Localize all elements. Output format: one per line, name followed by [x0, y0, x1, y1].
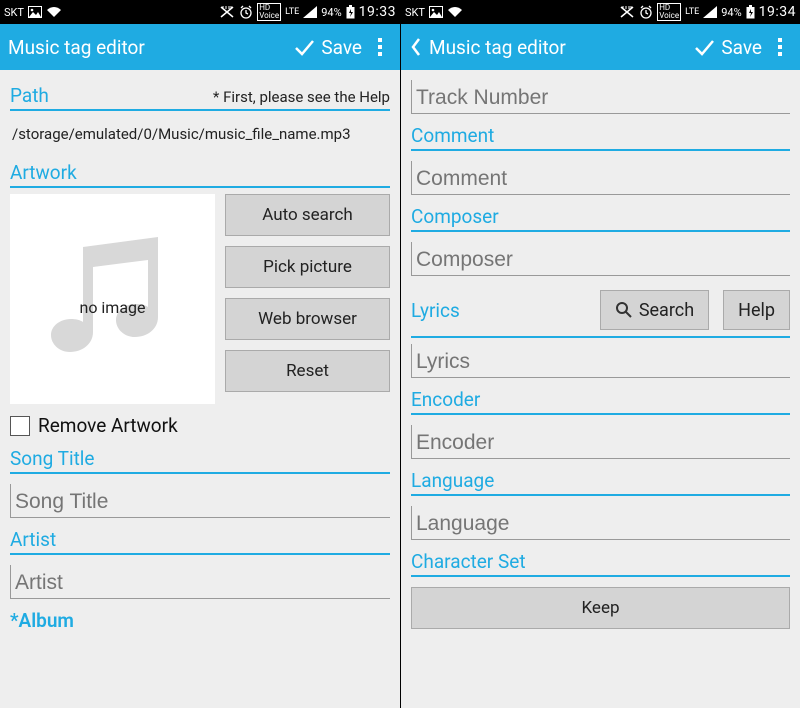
wifi-icon — [46, 6, 62, 18]
app-title: Music tag editor — [429, 36, 687, 59]
comment-input[interactable] — [411, 161, 790, 195]
alarm-icon — [239, 5, 253, 19]
artwork-preview[interactable]: no image — [10, 194, 215, 404]
comment-label: Comment — [411, 124, 494, 147]
album-label: *Album — [10, 609, 74, 632]
pick-picture-button[interactable]: Pick picture — [225, 246, 390, 288]
language-input[interactable] — [411, 506, 790, 540]
encoder-label: Encoder — [411, 388, 480, 411]
song-title-input[interactable] — [10, 484, 390, 518]
image-icon — [28, 6, 42, 18]
charset-label: Character Set — [411, 550, 526, 573]
save-button[interactable]: Save — [693, 36, 762, 59]
save-label: Save — [321, 36, 362, 59]
track-number-input[interactable] — [411, 80, 790, 114]
battery-pct: 94% — [721, 6, 741, 19]
lte-label: LTE — [285, 7, 299, 17]
path-header: Path * First, please see the Help — [10, 84, 390, 111]
remove-artwork-label: Remove Artwork — [38, 414, 178, 437]
back-button[interactable] — [409, 37, 423, 57]
composer-label: Composer — [411, 205, 499, 228]
status-bar: SKT HDVoice LTE 94% 19:34 — [401, 0, 800, 24]
artist-input[interactable] — [10, 565, 390, 599]
no-image-text: no image — [79, 298, 145, 317]
screen-right: SKT HDVoice LTE 94% 19:34 Music tag edit… — [400, 0, 800, 708]
carrier-label: SKT — [4, 6, 24, 19]
battery-icon — [746, 5, 755, 19]
battery-pct: 94% — [321, 6, 341, 19]
lyrics-label: Lyrics — [411, 299, 460, 322]
language-label: Language — [411, 469, 494, 492]
vibrate-icon — [619, 5, 635, 19]
hd-voice-badge: HDVoice — [257, 3, 281, 21]
content-left: Path * First, please see the Help /stora… — [0, 70, 400, 708]
search-icon — [615, 301, 633, 319]
artwork-header: Artwork — [10, 161, 390, 188]
lte-label: LTE — [685, 7, 699, 17]
artwork-label: Artwork — [10, 161, 77, 184]
lyrics-input[interactable] — [411, 344, 790, 378]
signal-icon — [703, 6, 717, 18]
wifi-icon — [447, 6, 463, 18]
path-value: /storage/emulated/0/Music/music_file_nam… — [10, 111, 390, 153]
status-bar: SKT HDVoice LTE 94% 19:33 — [0, 0, 400, 24]
clock: 19:34 — [759, 4, 796, 20]
alarm-icon — [639, 5, 653, 19]
song-title-label: Song Title — [10, 447, 95, 470]
artist-label: Artist — [10, 528, 56, 551]
remove-artwork-row[interactable]: Remove Artwork — [10, 414, 390, 437]
action-bar: Music tag editor Save — [401, 24, 800, 70]
path-label: Path — [10, 84, 49, 107]
hd-voice-badge: HDVoice — [657, 3, 681, 21]
lyrics-search-button[interactable]: Search — [600, 290, 709, 330]
save-label: Save — [721, 36, 762, 59]
encoder-input[interactable] — [411, 425, 790, 459]
signal-icon — [303, 6, 317, 18]
remove-artwork-checkbox[interactable] — [10, 416, 30, 436]
save-button[interactable]: Save — [293, 36, 362, 59]
battery-icon — [346, 5, 355, 19]
chevron-left-icon — [410, 37, 422, 57]
content-right: Comment Composer Lyrics Search Help Enco… — [401, 70, 800, 708]
auto-search-button[interactable]: Auto search — [225, 194, 390, 236]
carrier-label: SKT — [405, 6, 425, 19]
image-icon — [429, 6, 443, 18]
check-icon — [293, 36, 315, 58]
screen-left: SKT HDVoice LTE 94% 19:33 Music tag edit… — [0, 0, 400, 708]
reset-button[interactable]: Reset — [225, 350, 390, 392]
help-hint[interactable]: * First, please see the Help — [213, 88, 390, 106]
clock: 19:33 — [359, 4, 396, 20]
check-icon — [693, 36, 715, 58]
overflow-menu-button[interactable] — [768, 32, 792, 62]
charset-keep-button[interactable]: Keep — [411, 587, 790, 629]
app-title: Music tag editor — [8, 36, 287, 59]
vibrate-icon — [219, 5, 235, 19]
composer-input[interactable] — [411, 242, 790, 276]
action-bar: Music tag editor Save — [0, 24, 400, 70]
lyrics-header: Lyrics Search Help — [411, 284, 790, 338]
web-browser-button[interactable]: Web browser — [225, 298, 390, 340]
lyrics-help-button[interactable]: Help — [723, 290, 790, 330]
overflow-menu-button[interactable] — [368, 32, 392, 62]
